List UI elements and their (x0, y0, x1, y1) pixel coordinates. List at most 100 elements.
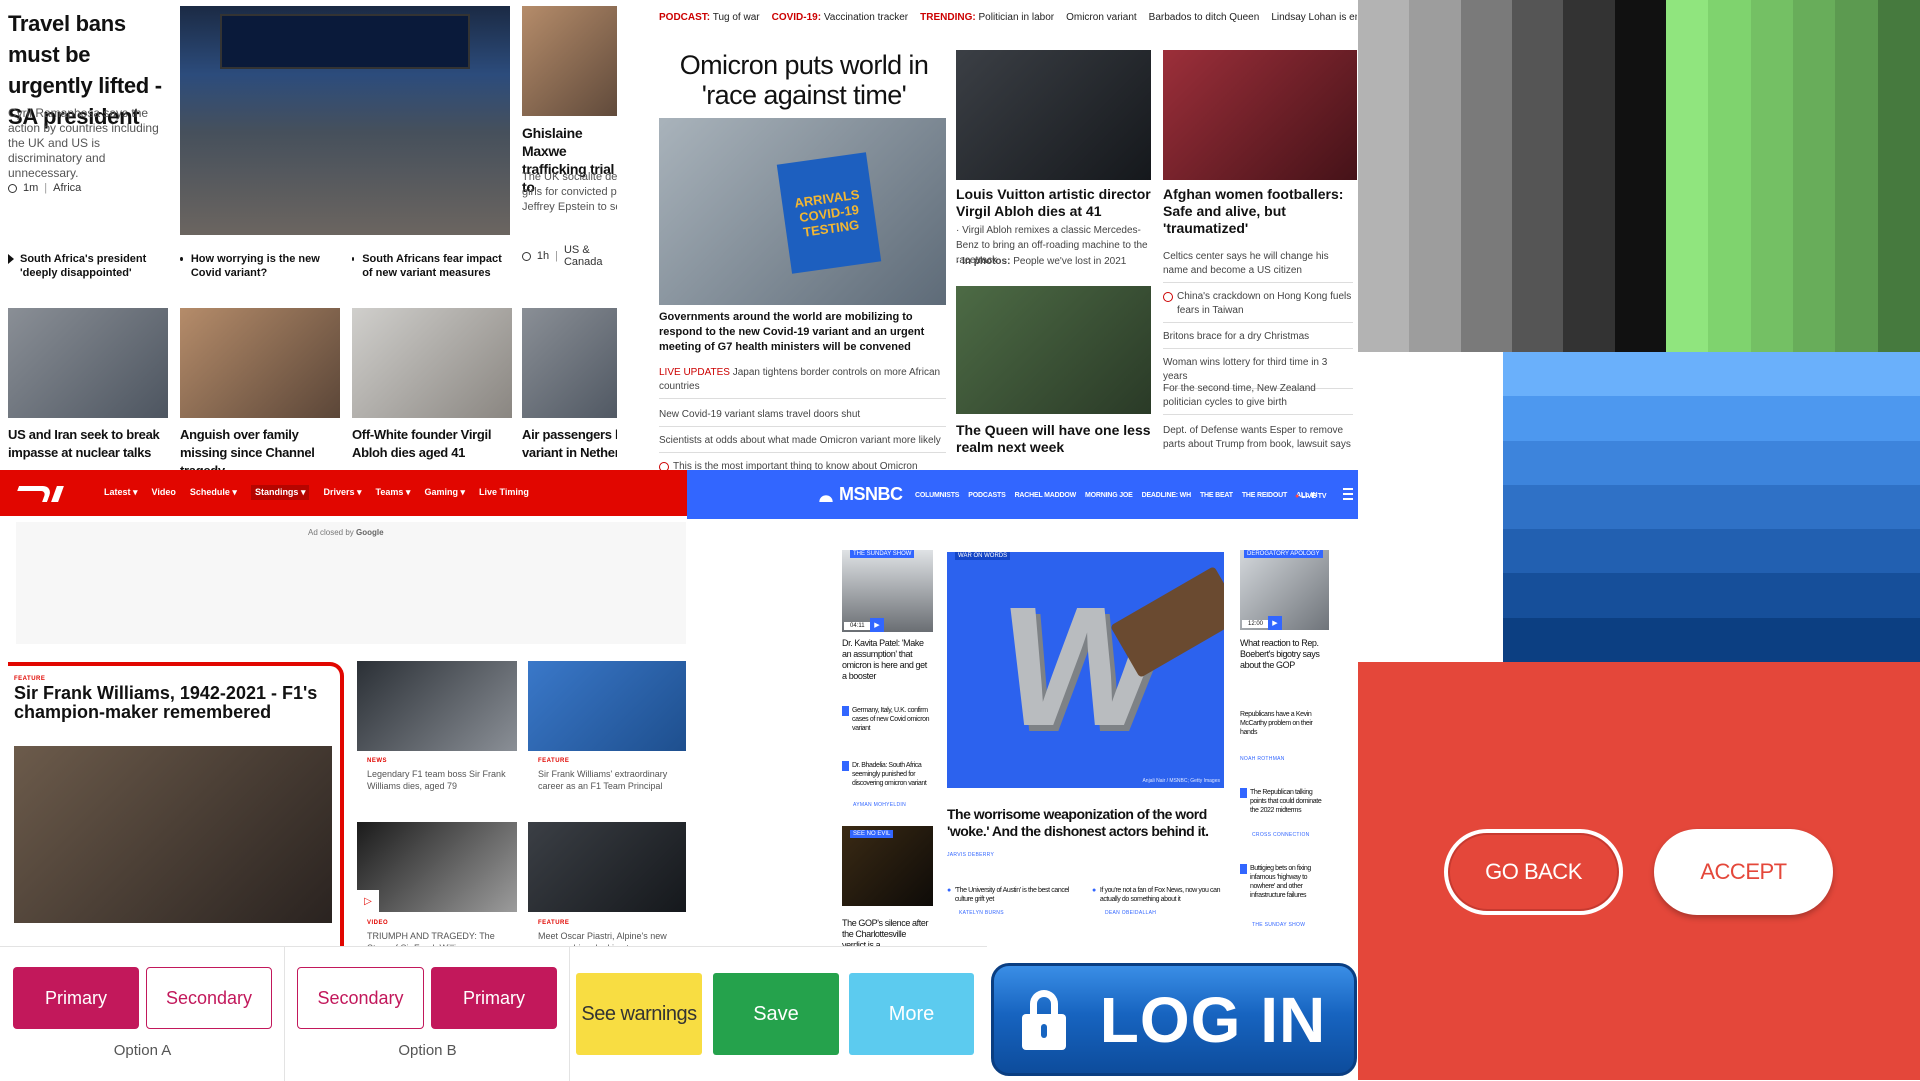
bbc-bullet[interactable]: How worrying is the new Covid variant? (180, 252, 340, 280)
accept-button[interactable]: ACCEPT (1654, 829, 1833, 915)
msnbc-center-title[interactable]: The worrisome weaponization of the word … (947, 806, 1224, 840)
cnn-col3-item[interactable]: For the second time, New Zealand politic… (1163, 378, 1353, 415)
bbc-row2-title[interactable]: Air passengers h variant in Nether (522, 426, 630, 462)
msnbc-nav-item[interactable]: COLUMNISTS (915, 492, 959, 499)
msnbc-nav-item[interactable]: MORNING JOE (1085, 492, 1133, 499)
cnn-topbar-item[interactable]: Omicron variant (1066, 12, 1137, 23)
msnbc-right-item[interactable]: Buttigieg bets on fixing infamous 'highw… (1240, 864, 1328, 900)
cnn-lead-caption[interactable]: Governments around the world are mobiliz… (659, 310, 946, 355)
msnbc-author[interactable]: DEAN OBEIDALLAH (1105, 910, 1156, 916)
maxwell-portrait-photo[interactable] (522, 6, 630, 116)
family-photo[interactable] (180, 308, 340, 418)
cnn-topbar-item[interactable]: TRENDING: Politician in labor (920, 12, 1054, 23)
msnbc-center-sub[interactable]: ● 'The University of Austin' is the best … (947, 886, 1077, 904)
f1-nav-video[interactable]: Video (152, 487, 176, 500)
msnbc-author[interactable]: THE SUNDAY SHOW (1252, 922, 1305, 928)
cnn-topbar-item[interactable]: COVID-19: Vaccination tracker (772, 12, 909, 23)
covid-testing-photo[interactable]: ARRIVALS COVID-19 TESTING (659, 118, 946, 305)
msnbc-left-item[interactable]: Germany, Italy, U.K. confirm cases of ne… (842, 706, 930, 733)
msnbc-right-item[interactable]: Republicans have a Kevin McCarthy proble… (1240, 710, 1328, 737)
video-play-icon[interactable]: ▶ (1268, 616, 1282, 630)
f1-nav-gaming[interactable]: Gaming ▾ (424, 487, 465, 500)
msnbc-logo[interactable]: MSNBC (817, 484, 903, 505)
cnn-list-item[interactable]: Scientists at odds about what made Omicr… (659, 430, 946, 453)
bbc-row2-title[interactable]: Anguish over family missing since Channe… (180, 426, 345, 470)
f1-card-text[interactable]: Sir Frank Williams' extraordinary career… (538, 768, 686, 792)
cnn-col3-title[interactable]: Afghan women footballers: Safe and alive… (1163, 186, 1353, 237)
cnn-col2-sub[interactable]: · In photos: People we've lost in 2021 (956, 254, 1151, 269)
msnbc-left-item[interactable]: Dr. Bhadelia: South Africa seemingly pun… (842, 761, 930, 788)
primary-button[interactable]: Primary (431, 967, 557, 1029)
secondary-button[interactable]: Secondary (146, 967, 272, 1029)
cnn-topbar-item[interactable]: PODCAST: Tug of war (659, 12, 760, 23)
msnbc-center-hero[interactable]: WAR ON WORDS W Anjali Nair / MSNBC; Gett… (947, 552, 1224, 788)
cnn-headline[interactable]: Omicron puts world in 'race against time… (659, 50, 949, 110)
abloh-photo[interactable] (352, 308, 512, 418)
cnn-col3-item[interactable]: China's crackdown on Hong Kong fuels fea… (1163, 286, 1353, 323)
f1-nav-live-timing[interactable]: Live Timing (479, 487, 529, 500)
cnn-col3-item[interactable]: Dept. of Defense wants Esper to remove p… (1163, 420, 1353, 456)
msnbc-center-sub[interactable]: ● If you're not a fan of Fox News, now yo… (1092, 886, 1222, 904)
f1-card-photo[interactable]: ▷ (357, 822, 517, 912)
f1-card-text[interactable]: Legendary F1 team boss Sir Frank William… (367, 768, 515, 792)
cnn-col2-title2[interactable]: The Queen will have one less realm next … (956, 422, 1151, 456)
cnn-topbar-item[interactable]: Lindsay Lohan is engaged (1271, 12, 1357, 23)
frank-williams-photo[interactable] (14, 746, 332, 923)
abloh-portrait-photo[interactable] (956, 50, 1151, 180)
secondary-button[interactable]: Secondary (297, 967, 424, 1029)
bbc-bullet[interactable]: South Africa's president 'deeply disappo… (8, 252, 173, 280)
afghan-footballers-photo[interactable] (1163, 50, 1357, 180)
see-warnings-button[interactable]: See warnings (576, 973, 702, 1055)
video-play-icon[interactable]: ▷ (357, 890, 379, 912)
f1-card-photo[interactable] (357, 661, 517, 751)
bbc-bullet[interactable]: South Africans fear impact of new varian… (352, 252, 512, 280)
msnbc-right-title[interactable]: What reaction to Rep. Boebert's bigotry … (1240, 638, 1328, 671)
cnn-col3-item[interactable]: Celtics center says he will change his n… (1163, 246, 1353, 283)
bbc-row2-title[interactable]: US and Iran seek to break impasse at nuc… (8, 426, 170, 462)
msnbc-right-photo[interactable]: DEROGATORY APOLOGY 12:00 ▶ (1240, 550, 1329, 630)
cnn-col3-item[interactable]: Britons brace for a dry Christmas (1163, 326, 1353, 349)
msnbc-author[interactable]: KATELYN BURNS (959, 910, 1004, 916)
msnbc-torch-photo[interactable]: SEE NO EVIL (842, 826, 933, 906)
f1-nav-drivers[interactable]: Drivers ▾ (323, 487, 361, 500)
msnbc-nav-item[interactable]: DEADLINE: WH (1142, 492, 1192, 499)
bbc-lead-section[interactable]: Africa (53, 182, 81, 194)
msnbc-left-title[interactable]: Dr. Kavita Patel: 'Make an assumption' t… (842, 638, 930, 682)
msnbc-nav-item[interactable]: RACHEL MADDOW (1015, 492, 1077, 499)
f1-nav-standings[interactable]: Standings ▾ (250, 485, 310, 500)
f1-card-text[interactable]: TRIUMPH AND TRAGEDY: The Story of Sir Fr… (367, 930, 515, 946)
msnbc-author[interactable]: NOAH ROTHMAN (1240, 756, 1285, 762)
hamburger-menu-icon[interactable] (1343, 488, 1353, 500)
save-button[interactable]: Save (713, 973, 839, 1055)
queen-guard-photo[interactable] (956, 286, 1151, 414)
primary-button[interactable]: Primary (13, 967, 139, 1029)
iran-talks-photo[interactable] (8, 308, 168, 418)
f1-card-photo[interactable] (528, 822, 686, 912)
f1-nav-latest[interactable]: Latest ▾ (104, 487, 138, 500)
cnn-col2-title[interactable]: Louis Vuitton artistic director Virgil A… (956, 186, 1151, 220)
msnbc-nav-item[interactable]: THE REIDOUT (1242, 492, 1287, 499)
msnbc-nav-item[interactable]: THE BEAT (1200, 492, 1233, 499)
msnbc-live-tv[interactable]: ● LIVE TV (1295, 491, 1327, 500)
login-button[interactable]: LOG IN (991, 963, 1357, 1076)
f1-card-text[interactable]: Meet Oscar Piastri, Alpine's new reserve… (538, 930, 686, 946)
video-play-icon[interactable]: ▶ (870, 618, 884, 632)
airport-departures-photo[interactable] (180, 6, 510, 235)
f1-logo[interactable] (13, 486, 85, 502)
cnn-topbar-item[interactable]: Barbados to ditch Queen (1149, 12, 1260, 23)
bbc-row2-title[interactable]: Off-White founder Virgil Abloh dies aged… (352, 426, 512, 462)
air-passengers-photo[interactable] (522, 308, 630, 418)
f1-feature-title[interactable]: Sir Frank Williams, 1942-2021 - F1's cha… (14, 684, 332, 722)
f1-nav-schedule[interactable]: Schedule ▾ (190, 487, 237, 500)
msnbc-right-item[interactable]: The Republican talking points that could… (1240, 788, 1328, 815)
cnn-list-item[interactable]: New Covid-19 variant slams travel doors … (659, 404, 946, 427)
f1-nav-teams[interactable]: Teams ▾ (376, 487, 411, 500)
cnn-live-updates[interactable]: LIVE UPDATES Japan tightens border contr… (659, 362, 946, 399)
msnbc-author[interactable]: AYMAN MOHYELDIN (853, 802, 906, 808)
f1-card-photo[interactable] (528, 661, 686, 751)
msnbc-author[interactable]: JARVIS DEBERRY (947, 852, 994, 858)
go-back-button[interactable]: GO BACK (1444, 829, 1623, 915)
msnbc-left-photo[interactable]: THE SUNDAY SHOW 04:11 ▶ (842, 550, 933, 632)
msnbc-nav-item[interactable]: PODCASTS (968, 492, 1005, 499)
msnbc-author[interactable]: CROSS CONNECTION (1252, 832, 1310, 838)
